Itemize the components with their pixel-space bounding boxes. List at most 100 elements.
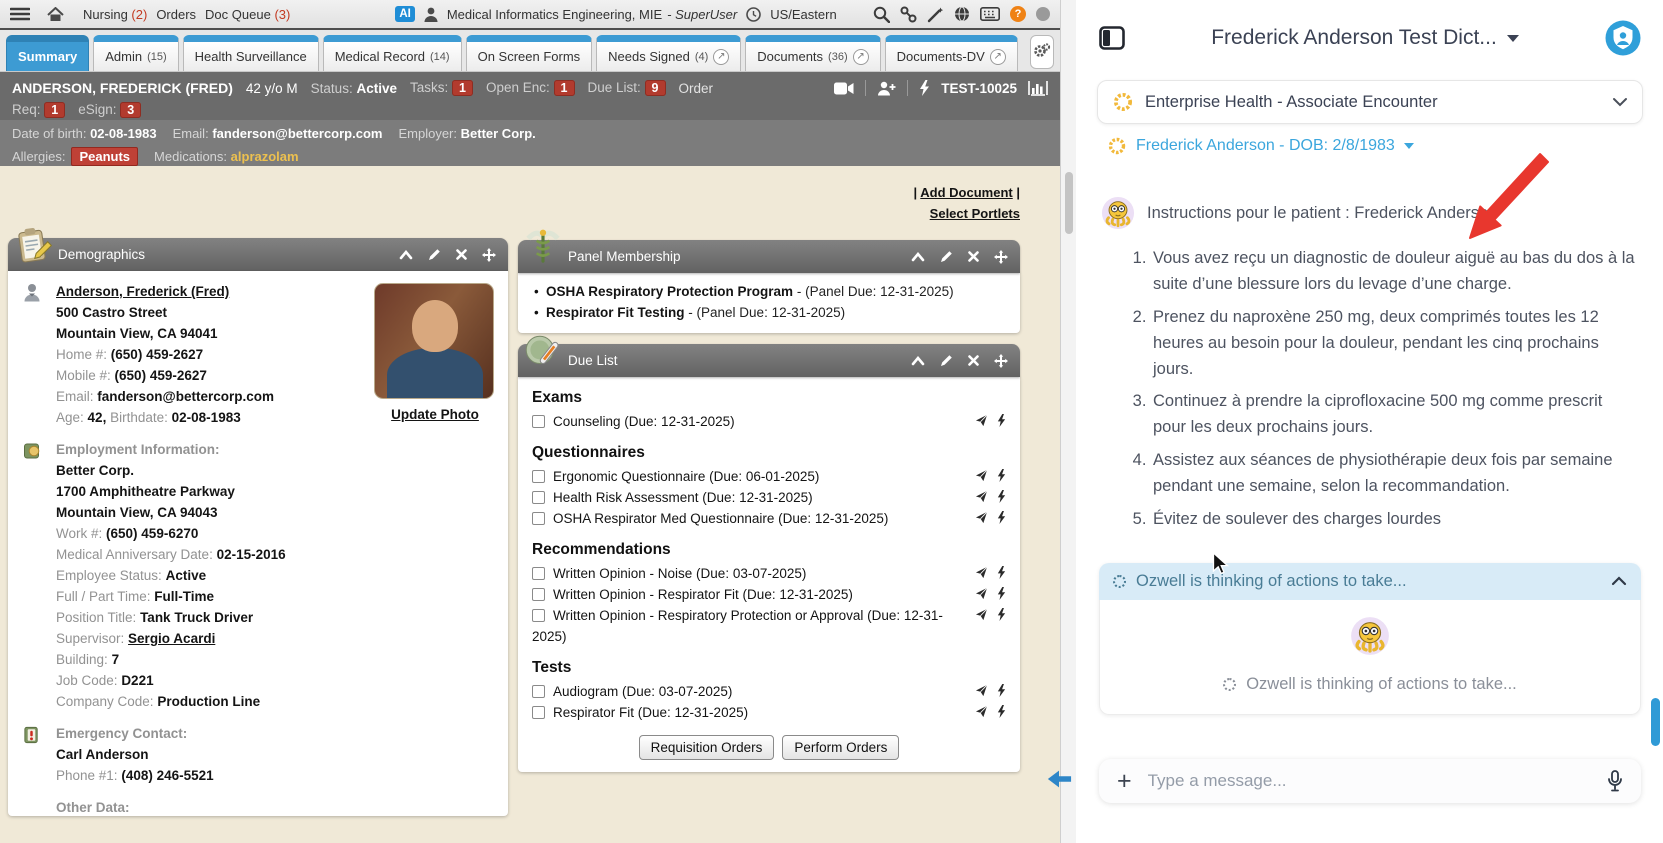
item-checkbox[interactable] xyxy=(532,470,545,483)
req-count-badge[interactable]: 1 xyxy=(44,102,65,118)
update-photo-link[interactable]: Update Photo xyxy=(391,404,479,425)
popout-icon[interactable]: ↗ xyxy=(990,49,1006,65)
timezone-label[interactable]: US/Eastern xyxy=(770,7,836,22)
message-input[interactable] xyxy=(1148,771,1591,791)
chevron-up-icon[interactable] xyxy=(1611,576,1627,586)
patient-name[interactable]: ANDERSON, FREDERICK (FRED) xyxy=(12,80,233,96)
search-icon[interactable] xyxy=(873,6,890,23)
keyboard-icon[interactable] xyxy=(980,7,1000,21)
main-scrollbar-thumb[interactable] xyxy=(1065,172,1073,234)
flowsheet-chart-icon[interactable] xyxy=(1028,80,1048,96)
move-portlet-icon[interactable] xyxy=(994,250,1008,264)
send-order-icon[interactable] xyxy=(975,684,988,697)
wand-icon[interactable] xyxy=(927,6,944,23)
perform-order-bolt-icon[interactable] xyxy=(997,705,1006,718)
chat-scrollbar-thumb[interactable] xyxy=(1651,698,1660,746)
help-icon[interactable]: ? xyxy=(1010,6,1026,22)
item-checkbox[interactable] xyxy=(532,588,545,601)
tab-documents-dv[interactable]: Documents-DV↗ xyxy=(885,35,1018,71)
edit-portlet-icon[interactable] xyxy=(428,248,441,261)
demographics-portlet-header[interactable]: Demographics xyxy=(8,238,508,271)
panel-toggle-icon[interactable] xyxy=(1099,26,1125,50)
main-scrollbar-track[interactable] xyxy=(1060,0,1076,843)
perform-order-bolt-icon[interactable] xyxy=(997,469,1006,482)
close-portlet-icon[interactable] xyxy=(968,355,979,366)
perform-order-bolt-icon[interactable] xyxy=(997,608,1006,621)
perform-order-bolt-icon[interactable] xyxy=(997,684,1006,697)
item-checkbox[interactable] xyxy=(532,706,545,719)
order-link[interactable]: Order xyxy=(679,81,714,96)
send-order-icon[interactable] xyxy=(975,414,988,427)
current-user-label[interactable]: Medical Informatics Engineering, MIE - S… xyxy=(447,7,737,22)
collapse-panel-arrow[interactable] xyxy=(1046,768,1072,790)
home-icon[interactable] xyxy=(47,7,64,22)
ozwell-logo[interactable] xyxy=(1605,20,1641,56)
nav-nursing[interactable]: Nursing (2) xyxy=(83,7,147,22)
tab-documents[interactable]: Documents(36)↗ xyxy=(745,35,880,71)
perform-order-bolt-icon[interactable] xyxy=(997,587,1006,600)
edit-portlet-icon[interactable] xyxy=(940,250,953,263)
nav-orders[interactable]: Orders xyxy=(156,7,196,22)
popout-icon[interactable]: ↗ xyxy=(713,49,729,65)
requisition-orders-button[interactable]: Requisition Orders xyxy=(639,735,775,760)
item-checkbox[interactable] xyxy=(532,415,545,428)
perform-order-bolt-icon[interactable] xyxy=(997,490,1006,503)
microphone-icon[interactable] xyxy=(1607,770,1623,792)
perform-order-bolt-icon[interactable] xyxy=(997,566,1006,579)
medication-link[interactable]: alprazolam xyxy=(231,149,299,164)
perform-order-bolt-icon[interactable] xyxy=(997,414,1006,427)
ai-badge[interactable]: AI xyxy=(395,6,415,22)
conversation-title-dropdown[interactable]: Frederick Anderson Test Dict... xyxy=(1125,26,1605,50)
tab-on-screen-forms[interactable]: On Screen Forms xyxy=(466,35,593,71)
popout-icon[interactable]: ↗ xyxy=(853,49,869,65)
encounter-selector[interactable]: Enterprise Health - Associate Encounter xyxy=(1097,80,1643,124)
video-camera-icon[interactable] xyxy=(834,82,854,95)
tab-settings-button[interactable] xyxy=(1030,35,1054,69)
edit-portlet-icon[interactable] xyxy=(940,354,953,367)
link-icon[interactable] xyxy=(900,6,917,23)
add-person-icon[interactable] xyxy=(877,81,896,96)
send-order-icon[interactable] xyxy=(975,490,988,503)
supervisor-link[interactable]: Sergio Acardi xyxy=(128,631,215,646)
quick-action-bolt-icon[interactable] xyxy=(919,80,930,96)
send-order-icon[interactable] xyxy=(975,566,988,579)
thinking-card-header[interactable]: Ozwell is thinking of actions to take... xyxy=(1099,563,1641,600)
item-checkbox[interactable] xyxy=(532,567,545,580)
esign-count-badge[interactable]: 3 xyxy=(120,102,141,118)
attach-plus-icon[interactable]: + xyxy=(1117,771,1132,791)
item-checkbox[interactable] xyxy=(532,609,545,622)
send-order-icon[interactable] xyxy=(975,705,988,718)
perform-order-bolt-icon[interactable] xyxy=(997,511,1006,524)
close-portlet-icon[interactable] xyxy=(968,251,979,262)
item-checkbox[interactable] xyxy=(532,685,545,698)
globe-icon[interactable] xyxy=(954,6,970,22)
move-portlet-icon[interactable] xyxy=(482,248,496,262)
collapse-portlet-icon[interactable] xyxy=(911,252,925,262)
send-order-icon[interactable] xyxy=(975,511,988,524)
open-enc-count-badge[interactable]: 1 xyxy=(554,80,575,96)
collapse-portlet-icon[interactable] xyxy=(911,356,925,366)
move-portlet-icon[interactable] xyxy=(994,354,1008,368)
item-checkbox[interactable] xyxy=(532,512,545,525)
patient-context-dropdown[interactable]: Frederick Anderson - DOB: 2/8/1983 xyxy=(1107,136,1663,156)
send-order-icon[interactable] xyxy=(975,608,988,621)
tab-needs-signed[interactable]: Needs Signed(4)↗ xyxy=(596,35,741,71)
tasks-count-badge[interactable]: 1 xyxy=(452,80,473,96)
close-portlet-icon[interactable] xyxy=(456,249,467,260)
perform-orders-button[interactable]: Perform Orders xyxy=(782,735,899,760)
panel-membership-header[interactable]: Panel Membership xyxy=(518,240,1020,273)
tab-summary[interactable]: Summary xyxy=(6,35,89,71)
nav-doc-queue[interactable]: Doc Queue (3) xyxy=(205,7,290,22)
tab-medical-record[interactable]: Medical Record(14) xyxy=(323,35,462,71)
due-list-header[interactable]: Due List xyxy=(518,344,1020,377)
due-list-count-badge[interactable]: 9 xyxy=(645,80,666,96)
send-order-icon[interactable] xyxy=(975,469,988,482)
item-checkbox[interactable] xyxy=(532,491,545,504)
select-portlets-link[interactable]: Select Portlets xyxy=(930,206,1020,221)
add-document-link[interactable]: Add Document xyxy=(920,185,1012,200)
collapse-portlet-icon[interactable] xyxy=(399,250,413,260)
patient-name-link[interactable]: Anderson, Frederick (Fred) xyxy=(56,284,229,299)
tab-admin[interactable]: Admin(15) xyxy=(93,35,178,71)
allergy-badge[interactable]: Peanuts xyxy=(71,147,138,166)
send-order-icon[interactable] xyxy=(975,587,988,600)
